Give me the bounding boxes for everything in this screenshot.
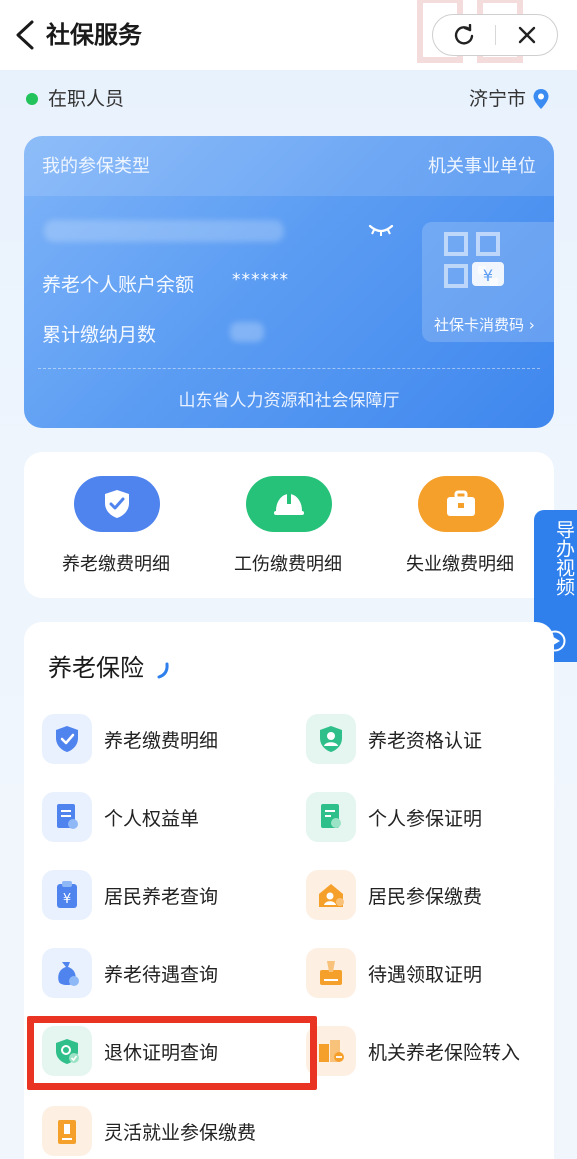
svc-label: 个人参保证明 (368, 808, 483, 830)
house-user-icon (306, 870, 356, 920)
svc-pension-payment-detail[interactable]: 养老缴费明细 (42, 714, 292, 770)
quick-pension-detail[interactable]: 养老缴费明细 (46, 474, 186, 584)
social-card-qr-button[interactable]: ¥ 社保卡消费码 › (422, 222, 554, 342)
insurance-type-label: 我的参保类型 (42, 156, 150, 177)
card-divider (38, 368, 540, 369)
certificate-icon (306, 792, 356, 842)
months-label: 累计缴纳月数 (42, 324, 157, 346)
quick-label: 养老缴费明细 (62, 554, 170, 575)
svc-pension-qualification[interactable]: 养老资格认证 (306, 714, 556, 770)
svc-label: 居民参保缴费 (368, 886, 483, 908)
svc-label: 居民养老查询 (104, 886, 219, 908)
city-selector[interactable]: 济宁市 (469, 86, 526, 112)
status-dot (26, 93, 38, 105)
svc-label: 个人权益单 (104, 808, 200, 830)
svc-resident-pension-query[interactable]: ¥ 居民养老查询 (42, 870, 292, 926)
user-verify-icon (306, 714, 356, 764)
quick-unemployment-detail[interactable]: 失业缴费明细 (390, 474, 530, 584)
eye-closed-icon[interactable] (368, 222, 394, 238)
yuan-ticket-icon: ¥ (472, 262, 504, 286)
svc-insurance-certificate[interactable]: 个人参保证明 (306, 792, 556, 848)
location-pin-icon[interactable] (532, 88, 550, 110)
helmet-icon (274, 494, 304, 515)
balance-label: 养老个人账户余额 (42, 274, 195, 296)
svc-label: 灵活就业参保缴费 (104, 1122, 257, 1144)
qr-label: 社保卡消费码 › (434, 316, 535, 334)
close-button[interactable] (496, 15, 558, 55)
quick-icon-bg (74, 476, 160, 532)
yuan-clipboard-icon: ¥ (42, 870, 92, 920)
id-badge-icon (42, 1106, 92, 1156)
refresh-button[interactable] (433, 15, 495, 55)
refresh-icon (454, 24, 474, 45)
svc-flexible-employment-payment[interactable]: 灵活就业参保缴费 (42, 1106, 292, 1159)
quick-actions-panel: 养老缴费明细 工伤缴费明细 失业缴费明细 (24, 452, 554, 598)
months-value-masked (230, 322, 264, 342)
svg-text:¥: ¥ (63, 892, 71, 907)
svc-label: 机关养老保险转入 (368, 1042, 521, 1064)
page-title: 社保服务 (46, 21, 142, 49)
svc-pension-benefit-query[interactable]: 养老待遇查询 (42, 948, 292, 1004)
quick-injury-detail[interactable]: 工伤缴费明细 (218, 474, 358, 584)
card-issuer: 山东省人力资源和社会保障厅 (178, 391, 400, 411)
masked-id (44, 220, 284, 242)
highlight-annotation (27, 1016, 317, 1090)
back-icon[interactable] (12, 18, 40, 52)
money-bag-icon (42, 948, 92, 998)
title-accent-icon (157, 662, 169, 679)
capsule-menu (432, 14, 558, 56)
close-icon (518, 26, 536, 44)
svc-label: 养老资格认证 (368, 730, 483, 752)
status-row: 在职人员 济宁市 (24, 84, 554, 114)
employment-status: 在职人员 (48, 88, 125, 110)
svc-personal-rights[interactable]: 个人权益单 (42, 792, 292, 848)
section-title: 养老保险 (48, 654, 144, 682)
quick-label: 工伤缴费明细 (234, 554, 342, 575)
quick-label: 失业缴费明细 (406, 554, 514, 575)
balance-value: ****** (232, 270, 289, 290)
quick-icon-bg (246, 476, 332, 532)
svc-agency-pension-transfer-in[interactable]: 机关养老保险转入 (306, 1026, 556, 1082)
svc-label: 养老待遇查询 (104, 964, 219, 986)
nav-bar: 社保服务 (0, 0, 577, 70)
guide-video-label: 导办视频 (553, 520, 575, 596)
svc-benefit-receipt-proof[interactable]: 待遇领取证明 (306, 948, 556, 1004)
sign-document-icon (306, 948, 356, 998)
briefcase-icon (447, 490, 475, 516)
svc-label: 待遇领取证明 (368, 964, 483, 986)
svg-text:¥: ¥ (483, 266, 493, 285)
shield-icon (105, 490, 129, 518)
document-icon (42, 792, 92, 842)
insurance-card: 我的参保类型 机关事业单位 养老个人账户余额 ****** 累计缴纳月数 ¥ 社… (24, 136, 554, 428)
quick-icon-bg (418, 476, 504, 532)
shield-check-icon (42, 714, 92, 764)
svc-label: 养老缴费明细 (104, 730, 219, 752)
insurance-type-value: 机关事业单位 (428, 156, 536, 177)
svc-resident-insurance-payment[interactable]: 居民参保缴费 (306, 870, 556, 926)
